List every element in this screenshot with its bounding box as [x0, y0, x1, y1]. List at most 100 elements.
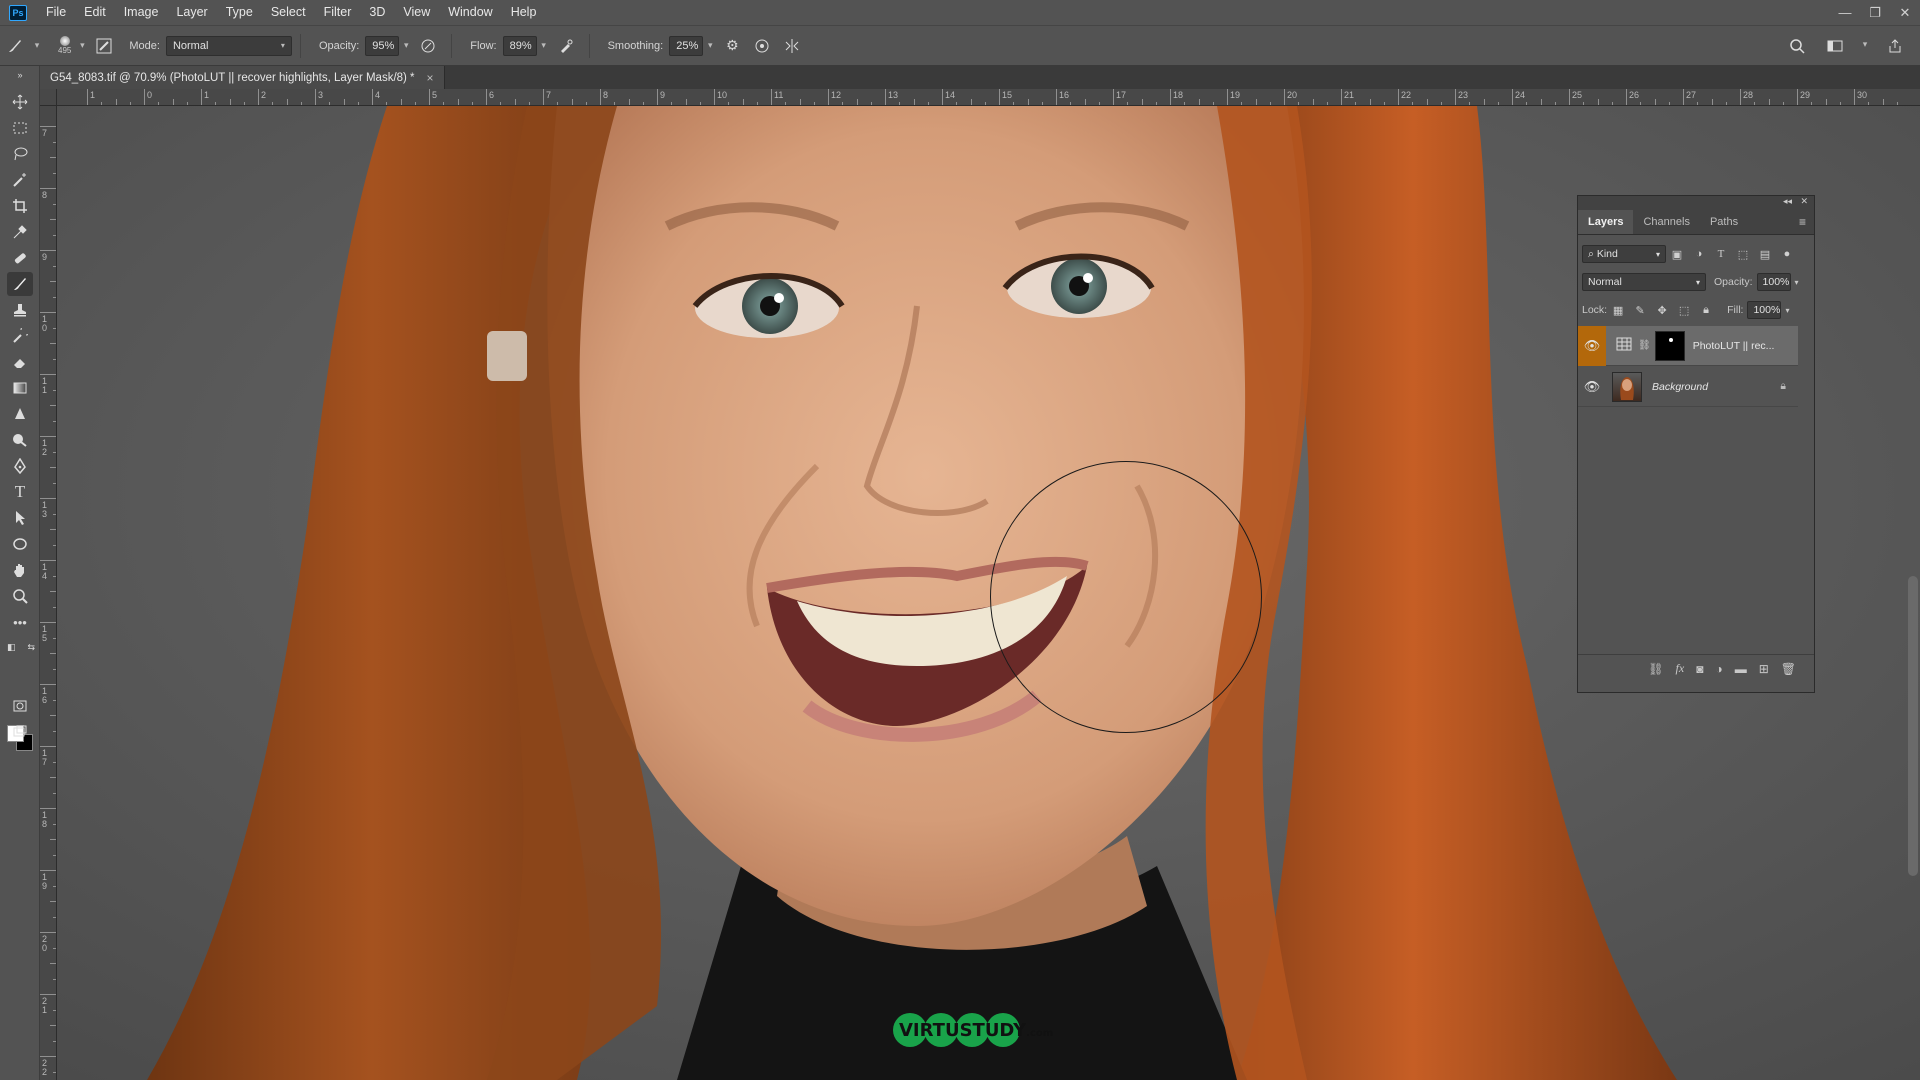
- flow-dropdown[interactable]: ▾: [537, 36, 551, 56]
- fill-input[interactable]: 100%: [1747, 301, 1782, 319]
- brush-icon[interactable]: [7, 272, 33, 296]
- quick-mask-icon[interactable]: [7, 694, 33, 718]
- shape-filter-icon[interactable]: ⬚: [1732, 245, 1754, 263]
- photoshop-logo[interactable]: Ps: [9, 4, 27, 21]
- menu-window[interactable]: Window: [439, 0, 501, 25]
- restore-button[interactable]: ❐: [1860, 0, 1890, 25]
- document-tab[interactable]: G54_8083.tif @ 70.9% (PhotoLUT || recove…: [40, 66, 445, 89]
- horizontal-ruler[interactable]: 1 0 1 2 3 4 5 6 7 8 9 10 11 12 13 14 15 16 17 18 19 20 21 22 23 2…: [57, 89, 1920, 106]
- eye-icon[interactable]: 👁︎: [1578, 325, 1606, 366]
- workspace-dropdown[interactable]: ▾: [1858, 34, 1872, 54]
- pixel-filter-icon[interactable]: ▣: [1666, 245, 1688, 263]
- path-selection-icon[interactable]: [7, 506, 33, 530]
- filter-toggle-icon[interactable]: ●: [1776, 245, 1798, 263]
- vertical-ruler[interactable]: 7 8 9 10 11 12 13 14 15 16 17 18 19 20 21 22: [40, 106, 57, 1080]
- add-mask-icon[interactable]: ◙: [1696, 662, 1703, 676]
- fx-icon[interactable]: fx: [1676, 661, 1685, 676]
- menu-3d[interactable]: 3D: [360, 0, 394, 25]
- pen-icon[interactable]: [7, 454, 33, 478]
- workspace-icon[interactable]: [1823, 34, 1847, 58]
- blend-mode-select[interactable]: Normal ▾: [1582, 273, 1706, 291]
- more-tools-icon[interactable]: •••: [7, 610, 33, 634]
- close-window-button[interactable]: ✕: [1890, 0, 1920, 25]
- new-group-icon[interactable]: ▬: [1735, 662, 1747, 676]
- lock-image-icon[interactable]: ✎: [1629, 301, 1651, 319]
- blur-icon[interactable]: [7, 402, 33, 426]
- crop-icon[interactable]: [7, 194, 33, 218]
- smoothing-dropdown[interactable]: ▾: [703, 36, 717, 56]
- menu-view[interactable]: View: [394, 0, 439, 25]
- move-icon[interactable]: [7, 90, 33, 114]
- tab-channels[interactable]: Channels: [1633, 210, 1699, 234]
- menu-help[interactable]: Help: [502, 0, 546, 25]
- hand-icon[interactable]: [7, 558, 33, 582]
- trash-icon[interactable]: 🗑︎: [1781, 662, 1796, 676]
- menu-image[interactable]: Image: [115, 0, 168, 25]
- symmetry-icon[interactable]: [780, 34, 804, 58]
- layer-name[interactable]: PhotoLUT || rec...: [1693, 340, 1775, 352]
- new-adjustment-icon[interactable]: ◑: [1715, 662, 1722, 676]
- screen-mode-icon[interactable]: [7, 720, 33, 744]
- ellipse-icon[interactable]: [7, 532, 33, 556]
- lock-all-icon[interactable]: 🔒︎: [1695, 301, 1717, 319]
- eye-icon[interactable]: 👁︎: [1578, 367, 1606, 407]
- smoothing-input[interactable]: 25%: [669, 35, 704, 56]
- menu-edit[interactable]: Edit: [75, 0, 115, 25]
- link-icon[interactable]: ⛓: [1638, 340, 1651, 351]
- mode-select[interactable]: Normal ▾: [165, 35, 292, 56]
- chevron-down-icon[interactable]: ▾: [1795, 278, 1799, 287]
- swap-colors-icon[interactable]: ⇆: [27, 642, 35, 653]
- brush-settings-panel-icon[interactable]: [92, 34, 116, 58]
- close-panel-icon[interactable]: ✕: [1800, 196, 1808, 207]
- tab-layers[interactable]: Layers: [1578, 210, 1634, 234]
- share-icon[interactable]: [1883, 34, 1907, 58]
- brush-size-picker[interactable]: 495: [58, 36, 71, 55]
- menu-filter[interactable]: Filter: [315, 0, 361, 25]
- menu-type[interactable]: Type: [217, 0, 262, 25]
- pressure-size-icon[interactable]: [750, 34, 774, 58]
- type-icon[interactable]: T: [7, 480, 33, 504]
- smart-object-filter-icon[interactable]: ▤: [1754, 245, 1776, 263]
- layer-row-background[interactable]: 👁︎ Background 🔒︎: [1578, 367, 1798, 407]
- zoom-icon[interactable]: [7, 584, 33, 608]
- minimize-button[interactable]: —: [1830, 0, 1860, 25]
- layer-mask-thumbnail[interactable]: [1654, 330, 1685, 361]
- kind-filter-select[interactable]: ⌕ Kind ▾: [1582, 245, 1666, 263]
- vertical-scrollbar[interactable]: [1908, 576, 1918, 876]
- magic-wand-icon[interactable]: [7, 168, 33, 192]
- tab-paths[interactable]: Paths: [1700, 210, 1748, 234]
- toolbar-collapse-icon[interactable]: »: [7, 70, 33, 80]
- layer-name[interactable]: Background: [1652, 381, 1708, 393]
- panel-menu-icon[interactable]: ≡: [1799, 210, 1806, 234]
- lock-artboard-icon[interactable]: ⬚: [1673, 301, 1695, 319]
- flow-input[interactable]: 89%: [502, 35, 537, 56]
- menu-layer[interactable]: Layer: [167, 0, 216, 25]
- stamp-icon[interactable]: [7, 298, 33, 322]
- eyedropper-icon[interactable]: [7, 220, 33, 244]
- new-layer-icon[interactable]: ⊞: [1759, 662, 1769, 676]
- type-filter-icon[interactable]: T: [1710, 245, 1732, 263]
- healing-brush-icon[interactable]: [7, 246, 33, 270]
- layer-thumbnail[interactable]: [1612, 371, 1642, 402]
- history-brush-icon[interactable]: [7, 324, 33, 348]
- eraser-icon[interactable]: [7, 350, 33, 374]
- menu-file[interactable]: File: [37, 0, 75, 25]
- opacity-input[interactable]: 95%: [365, 35, 400, 56]
- menu-select[interactable]: Select: [262, 0, 315, 25]
- close-icon[interactable]: ×: [427, 71, 434, 85]
- lock-position-icon[interactable]: ✥: [1651, 301, 1673, 319]
- search-icon[interactable]: [1785, 34, 1809, 58]
- adjustment-filter-icon[interactable]: ◑: [1688, 245, 1710, 263]
- dodge-icon[interactable]: [7, 428, 33, 452]
- link-layers-icon[interactable]: ⛓: [1648, 662, 1663, 676]
- ruler-origin[interactable]: [40, 89, 57, 106]
- chevron-down-icon[interactable]: ▾: [1785, 306, 1789, 315]
- airbrush-icon[interactable]: [554, 34, 578, 58]
- opacity-dropdown[interactable]: ▾: [399, 36, 413, 56]
- layer-opacity-input[interactable]: 100%: [1756, 273, 1791, 291]
- lasso-icon[interactable]: [7, 142, 33, 166]
- gradient-icon[interactable]: [7, 376, 33, 400]
- collapse-panel-icon[interactable]: ◂◂: [1783, 196, 1792, 207]
- marquee-icon[interactable]: [7, 116, 33, 140]
- brush-picker-dropdown[interactable]: ▾: [75, 36, 89, 56]
